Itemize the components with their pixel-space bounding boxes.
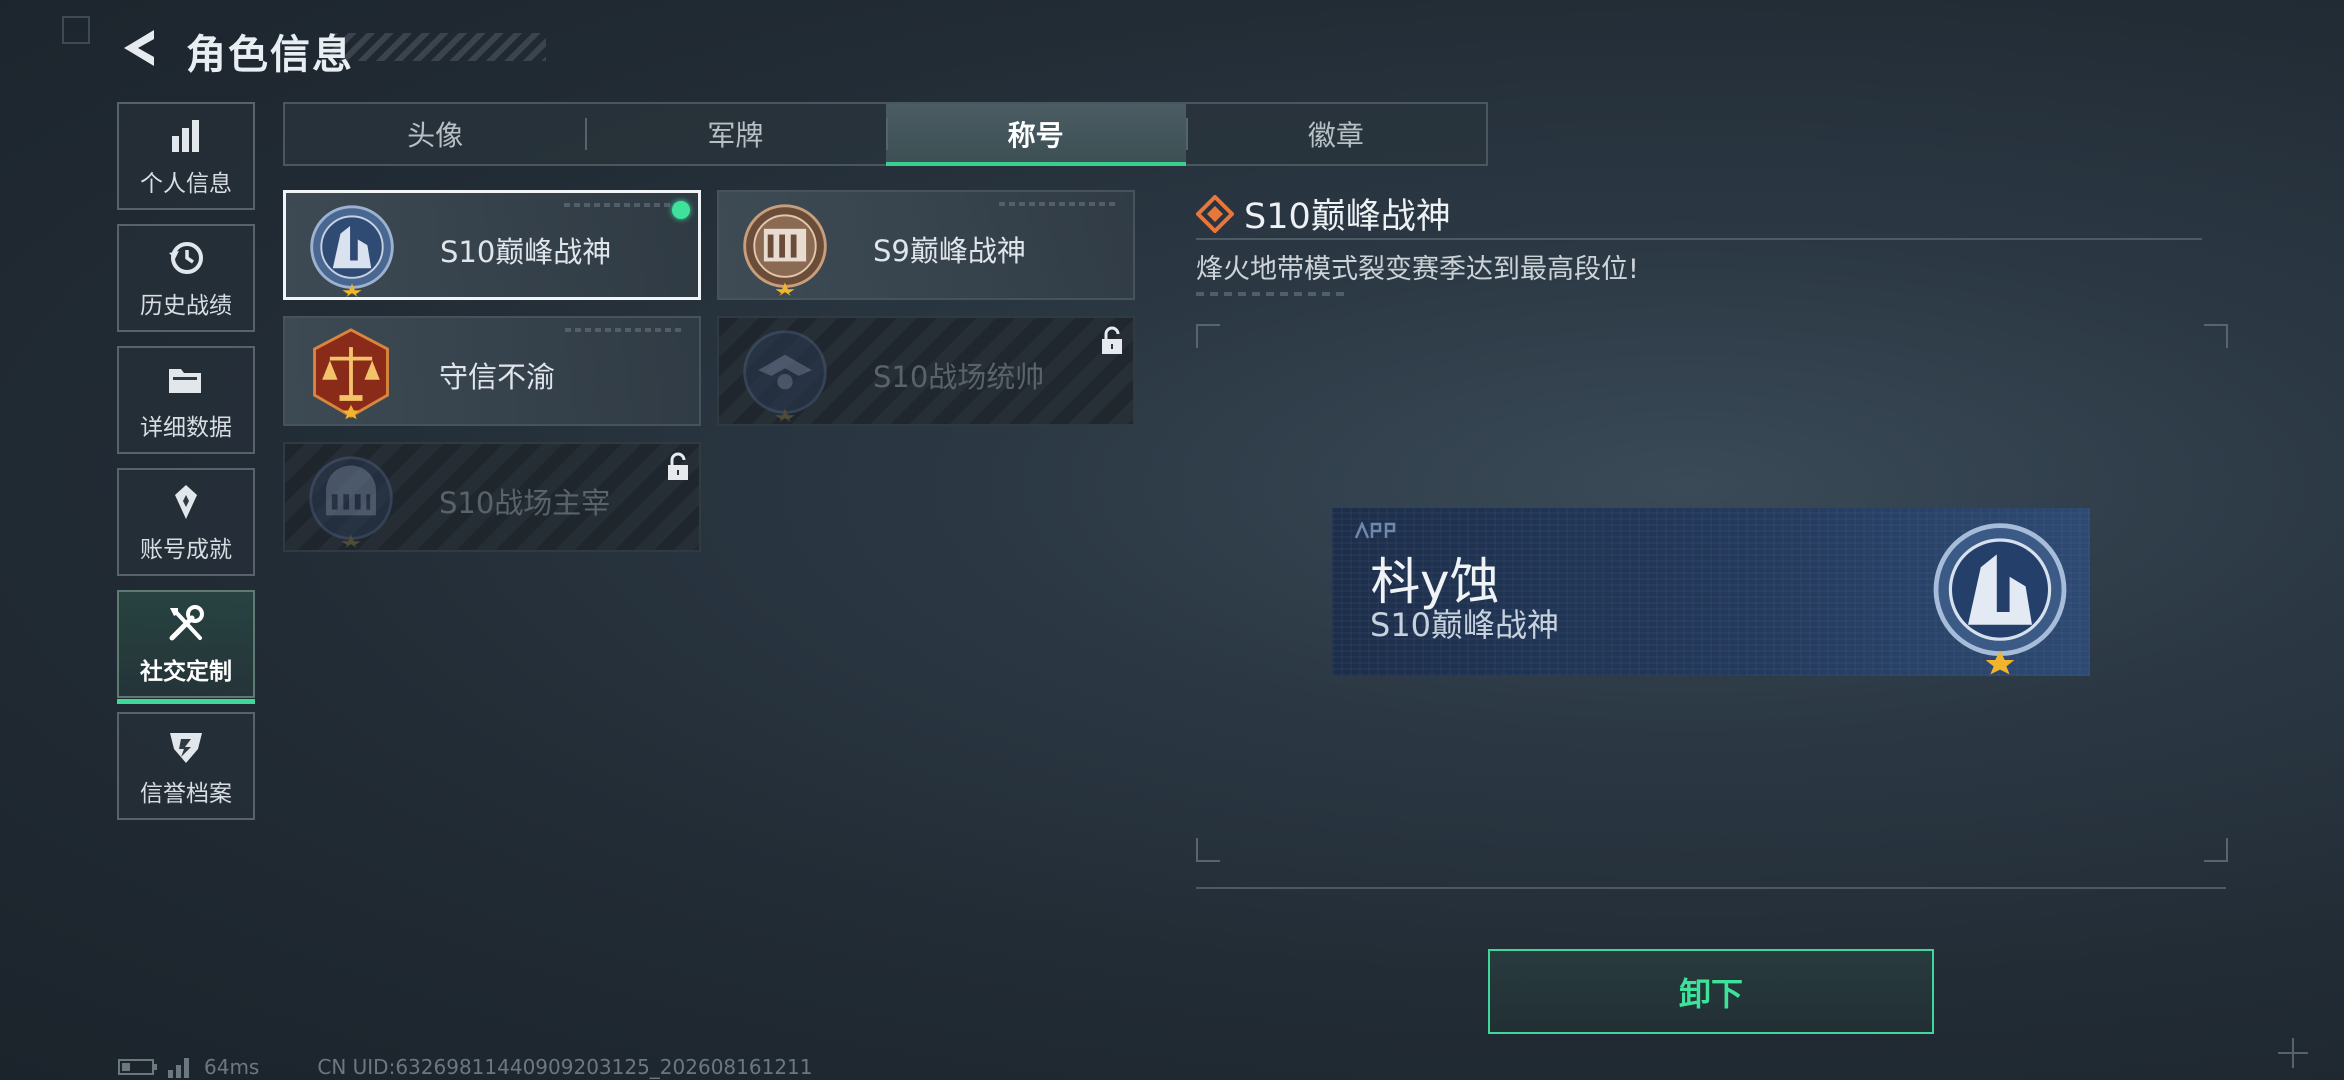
emblem-s10-peak-icon <box>1933 523 2067 675</box>
sidebar-item-label: 社交定制 <box>140 659 232 685</box>
detail-title: S10巅峰战神 <box>1244 197 1451 237</box>
title-card-s10-dominator[interactable]: S10战场主宰 <box>283 442 701 552</box>
sidebar-item-personal-info[interactable]: 个人信息 <box>117 102 255 210</box>
sidebar-item-social-custom[interactable]: 社交定制 <box>117 590 255 704</box>
page-title: 角色信息 <box>186 32 354 78</box>
sidebar-item-label: 详细数据 <box>140 415 232 441</box>
bar-chart-icon <box>164 114 208 158</box>
diamond-title-icon <box>1196 194 1234 233</box>
tab-avatar[interactable]: 头像 <box>285 104 585 164</box>
sidebar-item-achievements[interactable]: 账号成就 <box>117 468 255 576</box>
battery-icon <box>118 1059 157 1075</box>
emblem-s10-dominator-icon <box>309 456 393 548</box>
back-arrow-icon <box>124 30 154 66</box>
sidebar: 个人信息 历史战绩 详细数据 账号成就 社交定制 信誉档案 <box>117 102 255 834</box>
back-button[interactable] <box>118 26 160 70</box>
equipped-indicator <box>672 201 690 219</box>
title-card-keep-faith[interactable]: 守信不渝 <box>283 316 701 426</box>
divider <box>1196 238 2202 240</box>
title-name: S10巅峰战神 <box>440 235 612 269</box>
lock-icon <box>668 452 688 480</box>
folder-icon <box>164 358 208 402</box>
sidebar-item-credit-record[interactable]: 信誉档案 <box>117 712 255 820</box>
history-icon <box>164 236 208 280</box>
emblem-s9-peak-icon <box>743 204 827 296</box>
sidebar-item-detailed-data[interactable]: 详细数据 <box>117 346 255 454</box>
tab-title[interactable]: 称号 <box>885 104 1187 166</box>
corner-frame <box>62 16 90 44</box>
sidebar-item-label: 历史战绩 <box>140 293 232 319</box>
lock-icon <box>1102 326 1122 354</box>
detail-description: 烽火地带模式裂变赛季达到最高段位! <box>1196 254 1639 285</box>
preview-frame-corner <box>1196 838 1220 862</box>
credit-icon <box>164 724 208 768</box>
ping-value: 64ms <box>204 1055 260 1079</box>
emblem-scales-icon <box>313 328 389 420</box>
preview-frame-corner <box>2204 838 2228 862</box>
achievement-icon <box>164 480 208 524</box>
signal-icon <box>168 1058 189 1078</box>
title-name: S10战场统帅 <box>873 360 1045 394</box>
category-tabs: 头像 军牌 称号 徽章 <box>283 102 1488 166</box>
title-name: S9巅峰战神 <box>873 234 1026 268</box>
sidebar-item-history[interactable]: 历史战绩 <box>117 224 255 332</box>
preview-frame-corner <box>1196 324 1220 348</box>
tab-dog-tag[interactable]: 军牌 <box>585 104 885 164</box>
unequip-button[interactable]: 卸下 <box>1488 949 1934 1034</box>
sidebar-item-label: 个人信息 <box>140 171 232 197</box>
user-uid: CN UID:6326981144090920312​5_20260816121… <box>317 1055 813 1079</box>
title-card-s9-peak[interactable]: S9巅峰战神 <box>717 190 1135 300</box>
sidebar-item-label: 信誉档案 <box>140 781 232 807</box>
sidebar-item-label: 账号成就 <box>140 537 232 563</box>
status-bar: 64ms CN UID:6326981144090920312​5_202608… <box>118 1055 813 1079</box>
card-decoration <box>999 202 1119 206</box>
emblem-s10-commander-icon <box>743 330 827 422</box>
nameplate-preview: 枓y蚀 S10巅峰战神 <box>1332 508 2090 676</box>
card-decoration <box>565 328 685 332</box>
title-name: S10战场主宰 <box>439 486 611 520</box>
preview-frame-corner <box>2204 324 2228 348</box>
card-decoration <box>564 203 684 207</box>
detail-header: S10巅峰战神 <box>1196 188 1451 239</box>
divider <box>1196 887 2226 889</box>
title-decoration <box>330 33 546 61</box>
emblem-s10-peak-icon <box>310 205 394 297</box>
title-card-s10-peak[interactable]: S10巅峰战神 <box>283 190 701 300</box>
title-name: 守信不渝 <box>439 360 556 394</box>
title-card-s10-commander[interactable]: S10战场统帅 <box>717 316 1135 426</box>
nameplate-title: S10巅峰战神 <box>1370 606 1560 644</box>
crosshair-icon <box>2278 1038 2308 1068</box>
detail-decoration <box>1196 292 1346 296</box>
tab-badge[interactable]: 徽章 <box>1185 104 1486 164</box>
tools-icon <box>164 602 208 646</box>
